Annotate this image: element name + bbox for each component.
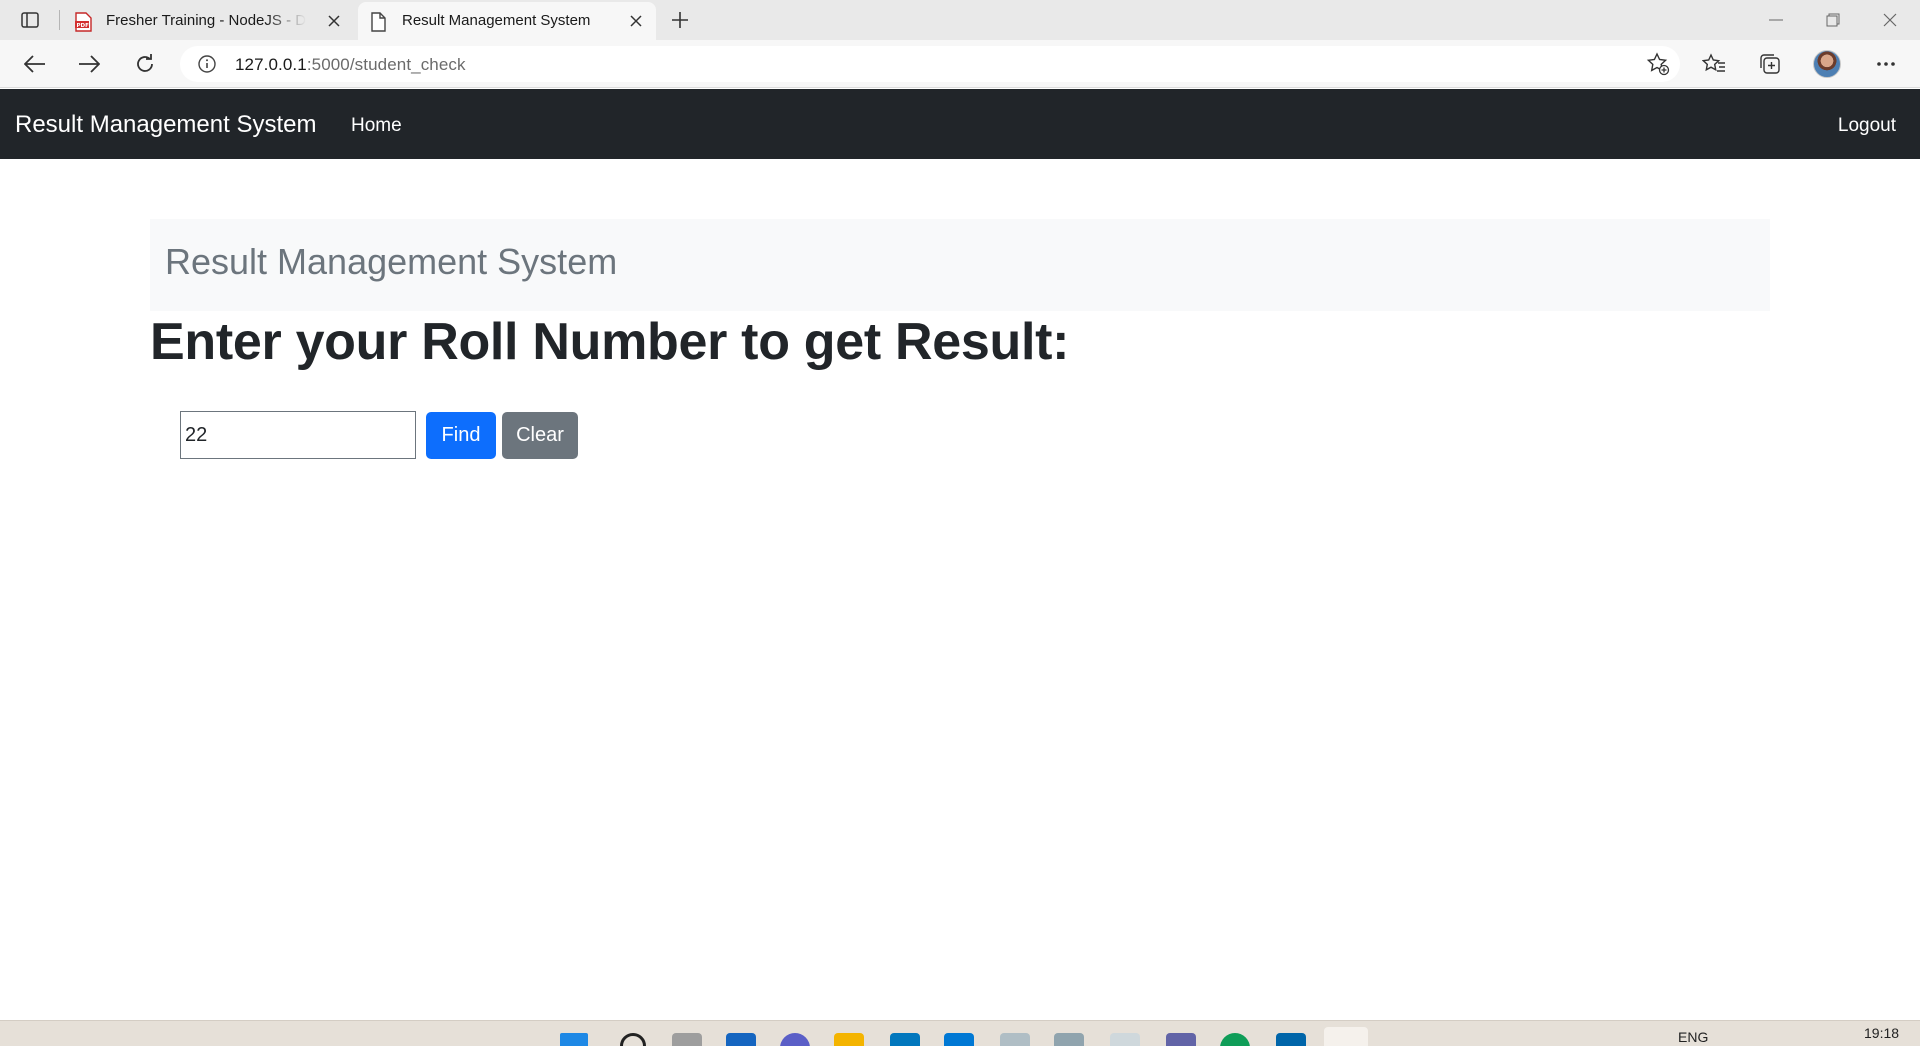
edge-icon[interactable] [1220,1033,1250,1046]
add-favorite-icon[interactable] [1646,52,1670,76]
profile-avatar[interactable] [1813,50,1841,78]
app-icon[interactable] [1054,1033,1084,1046]
language-indicator[interactable]: ENG [1678,1029,1708,1045]
new-tab-icon[interactable] [666,6,694,34]
outlook-icon[interactable] [944,1033,974,1046]
search-icon[interactable] [620,1033,646,1046]
tab-actions-icon[interactable] [14,6,46,34]
page-icon [370,12,388,32]
clear-button[interactable]: Clear [502,412,578,459]
notepad-icon[interactable] [1000,1033,1030,1046]
file-explorer-icon[interactable] [834,1033,864,1046]
pdf-reader-icon[interactable] [1324,1027,1368,1046]
collections-icon[interactable] [1756,50,1784,78]
start-icon[interactable] [560,1033,588,1046]
site-info-icon[interactable] [198,55,216,73]
vscode-icon[interactable] [1276,1033,1306,1046]
minimize-icon[interactable] [1748,0,1804,40]
pdf-icon: PDF [74,12,92,32]
forward-icon[interactable] [71,48,107,80]
store-icon[interactable] [890,1033,920,1046]
tab-title: Fresher Training - NodeJS - Dotr [106,12,306,29]
jumbotron: Result Management System [150,219,1770,311]
url-host: 127.0.0.1 [235,55,307,74]
close-tab-icon[interactable] [324,11,344,31]
address-bar[interactable]: 127.0.0.1:5000/student_check [180,46,1680,82]
roll-number-input[interactable] [180,411,416,459]
site-navbar: Result Management System Home Logout [0,89,1920,159]
close-tab-icon[interactable] [626,11,646,31]
photos-icon[interactable] [1110,1033,1140,1046]
url-text[interactable]: 127.0.0.1:5000/student_check [235,55,466,75]
jumbotron-title: Result Management System [165,241,618,282]
clock-time[interactable]: 19:18 [1864,1025,1899,1041]
tab-fresher-training[interactable]: PDF Fresher Training - NodeJS - Dotr [62,2,354,40]
task-view-icon[interactable] [672,1033,702,1046]
favorites-icon[interactable] [1700,50,1728,78]
windows-taskbar: ENG 19:18 [0,1020,1920,1046]
more-options-icon[interactable] [1872,50,1900,78]
widgets-icon[interactable] [726,1033,756,1046]
svg-text:PDF: PDF [77,23,90,29]
nav-link-home[interactable]: Home [351,115,402,137]
close-window-icon[interactable] [1862,0,1918,40]
url-path: :5000/student_check [306,55,466,74]
nav-link-logout[interactable]: Logout [1838,115,1896,137]
browser-toolbar: 127.0.0.1:5000/student_check [0,40,1920,88]
tab-separator [59,10,60,30]
refresh-icon[interactable] [127,48,163,80]
restore-icon[interactable] [1805,0,1861,40]
tab-title: Result Management System [402,12,591,29]
teams-chat-icon[interactable] [780,1033,810,1046]
page-heading: Enter your Roll Number to get Result: [150,313,1070,371]
tab-result-management[interactable]: Result Management System [358,2,656,40]
browser-tabstrip: PDF Fresher Training - NodeJS - Dotr Res… [0,0,1920,40]
find-button[interactable]: Find [426,412,496,459]
teams-icon[interactable] [1166,1033,1196,1046]
back-icon[interactable] [17,48,53,80]
navbar-brand[interactable]: Result Management System [15,111,316,139]
